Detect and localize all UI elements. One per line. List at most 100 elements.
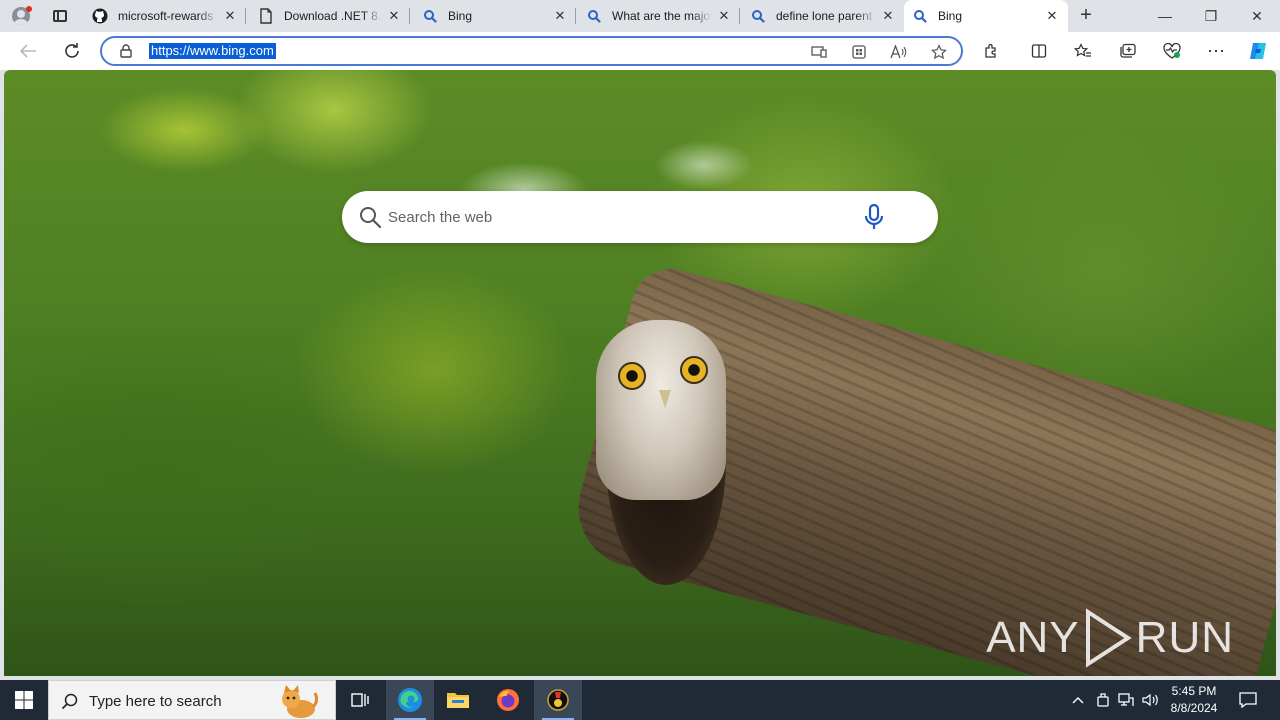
taskbar-file-explorer[interactable] xyxy=(434,680,482,720)
tab-separator xyxy=(245,8,246,24)
refresh-button[interactable] xyxy=(58,37,86,65)
tab-title: What are the major xyxy=(612,9,712,23)
collections-icon xyxy=(1120,43,1136,58)
search-icon xyxy=(61,693,78,710)
close-tab-icon[interactable]: ✕ xyxy=(716,8,732,24)
close-tab-icon[interactable]: ✕ xyxy=(222,8,238,24)
favorite-star-icon[interactable] xyxy=(928,42,950,62)
browser-toolbar: https://www.bing.com ⋯ xyxy=(0,32,1280,70)
taskbar-firefox[interactable] xyxy=(484,680,532,720)
notification-icon xyxy=(1239,692,1257,708)
restore-button[interactable]: ❐ xyxy=(1188,0,1234,32)
page-icon xyxy=(258,8,274,24)
tab-bing-active[interactable]: Bing ✕ xyxy=(904,0,1068,32)
notifications-button[interactable] xyxy=(1232,680,1264,720)
tab-title: Download .NET 8.0 xyxy=(284,9,382,23)
back-arrow-icon xyxy=(19,44,36,58)
tab-actions-button[interactable] xyxy=(48,5,72,27)
watermark-right: RUN xyxy=(1135,613,1234,662)
clock-date: 8/8/2024 xyxy=(1170,701,1218,715)
volume-icon[interactable] xyxy=(1140,680,1162,720)
tray-device-icon[interactable] xyxy=(1093,680,1113,720)
close-tab-icon[interactable]: ✕ xyxy=(880,8,896,24)
taskbar-app[interactable] xyxy=(534,680,582,720)
play-triangle-icon xyxy=(1085,608,1132,668)
search-input[interactable] xyxy=(388,205,858,229)
settings-more-button[interactable]: ⋯ xyxy=(1202,37,1230,65)
close-window-button[interactable]: ✕ xyxy=(1234,0,1280,32)
search-icon xyxy=(422,8,438,24)
windows-taskbar: Type here to search 5:45 PM 8/8/2024 xyxy=(0,680,1280,720)
app-available-icon[interactable] xyxy=(808,42,830,62)
taskbar-edge[interactable] xyxy=(386,680,434,720)
network-icon[interactable] xyxy=(1116,680,1136,720)
favorites-button[interactable] xyxy=(1069,37,1097,65)
owl-beak xyxy=(659,390,671,408)
tab-strip: microsoft-rewards ✕ Download .NET 8.0 ✕ … xyxy=(0,0,1280,32)
taskbar-search-placeholder: Type here to search xyxy=(89,693,222,710)
tab-bing[interactable]: Bing ✕ xyxy=(414,0,576,32)
split-screen-button[interactable] xyxy=(1025,37,1053,65)
owl-eye xyxy=(680,356,708,384)
tab-title: microsoft-rewards xyxy=(118,9,214,23)
cat-illustration-icon xyxy=(282,685,319,718)
tab-title: Bing xyxy=(448,9,473,23)
browser-essentials-button[interactable] xyxy=(1158,37,1186,65)
copilot-button[interactable] xyxy=(1244,37,1272,65)
tab-download-dotnet[interactable]: Download .NET 8.0 ✕ xyxy=(250,0,410,32)
task-view-button[interactable] xyxy=(336,680,384,720)
taskbar-search[interactable]: Type here to search xyxy=(48,680,336,720)
minimize-button[interactable]: — xyxy=(1142,0,1188,32)
notification-dot xyxy=(26,6,32,12)
tab-actions-icon xyxy=(53,10,67,22)
close-tab-icon[interactable]: ✕ xyxy=(552,8,568,24)
lock-icon[interactable] xyxy=(119,44,133,58)
search-icon xyxy=(586,8,602,24)
search-icon xyxy=(912,8,928,24)
tab-title: define lone parent xyxy=(776,9,873,23)
edge-icon xyxy=(398,688,422,712)
microphone-icon[interactable] xyxy=(862,203,886,231)
tab-separator xyxy=(739,8,740,24)
show-hidden-icons-button[interactable] xyxy=(1068,680,1088,720)
tab-microsoft-rewards[interactable]: microsoft-rewards ✕ xyxy=(84,0,246,32)
close-tab-icon[interactable]: ✕ xyxy=(1044,8,1060,24)
bing-homepage: ANY RUN xyxy=(4,70,1276,676)
owl-eye xyxy=(618,362,646,390)
background-image xyxy=(4,70,1276,676)
search-icon[interactable] xyxy=(358,205,382,229)
favorites-icon xyxy=(1074,43,1091,57)
owl xyxy=(596,320,726,500)
extensions-grid-icon[interactable] xyxy=(848,42,870,62)
profile-button[interactable] xyxy=(8,4,34,28)
more-dots-icon: ⋯ xyxy=(1207,40,1225,61)
heart-pulse-icon xyxy=(1163,42,1181,59)
close-tab-icon[interactable]: ✕ xyxy=(386,8,402,24)
app-icon xyxy=(547,689,569,711)
tab-define-lone-parent[interactable]: define lone parent ✕ xyxy=(742,0,904,32)
puzzle-icon xyxy=(985,43,996,58)
refresh-icon xyxy=(65,43,79,58)
tab-separator xyxy=(575,8,576,24)
tab-title: Bing xyxy=(938,9,963,23)
new-tab-button[interactable]: + xyxy=(1074,5,1098,27)
taskbar-clock[interactable]: 5:45 PM 8/8/2024 xyxy=(1162,683,1226,717)
tab-separator xyxy=(409,8,410,24)
back-button[interactable] xyxy=(14,37,42,65)
extensions-button[interactable] xyxy=(977,37,1005,65)
firefox-icon xyxy=(497,689,519,711)
read-aloud-icon[interactable] xyxy=(888,42,910,62)
windows-logo-icon xyxy=(15,691,33,709)
folder-icon xyxy=(447,693,469,708)
anyrun-watermark: ANY RUN xyxy=(986,608,1234,668)
search-box[interactable] xyxy=(342,191,938,243)
tab-what-are-the-major[interactable]: What are the major ✕ xyxy=(578,0,740,32)
start-button[interactable] xyxy=(0,680,48,720)
collections-button[interactable] xyxy=(1114,37,1142,65)
copilot-icon xyxy=(1250,43,1266,59)
url-text[interactable]: https://www.bing.com xyxy=(149,43,276,59)
address-bar[interactable]: https://www.bing.com xyxy=(100,36,963,66)
split-screen-icon xyxy=(1031,44,1047,58)
clock-time: 5:45 PM xyxy=(1171,684,1217,698)
github-icon xyxy=(92,8,108,24)
